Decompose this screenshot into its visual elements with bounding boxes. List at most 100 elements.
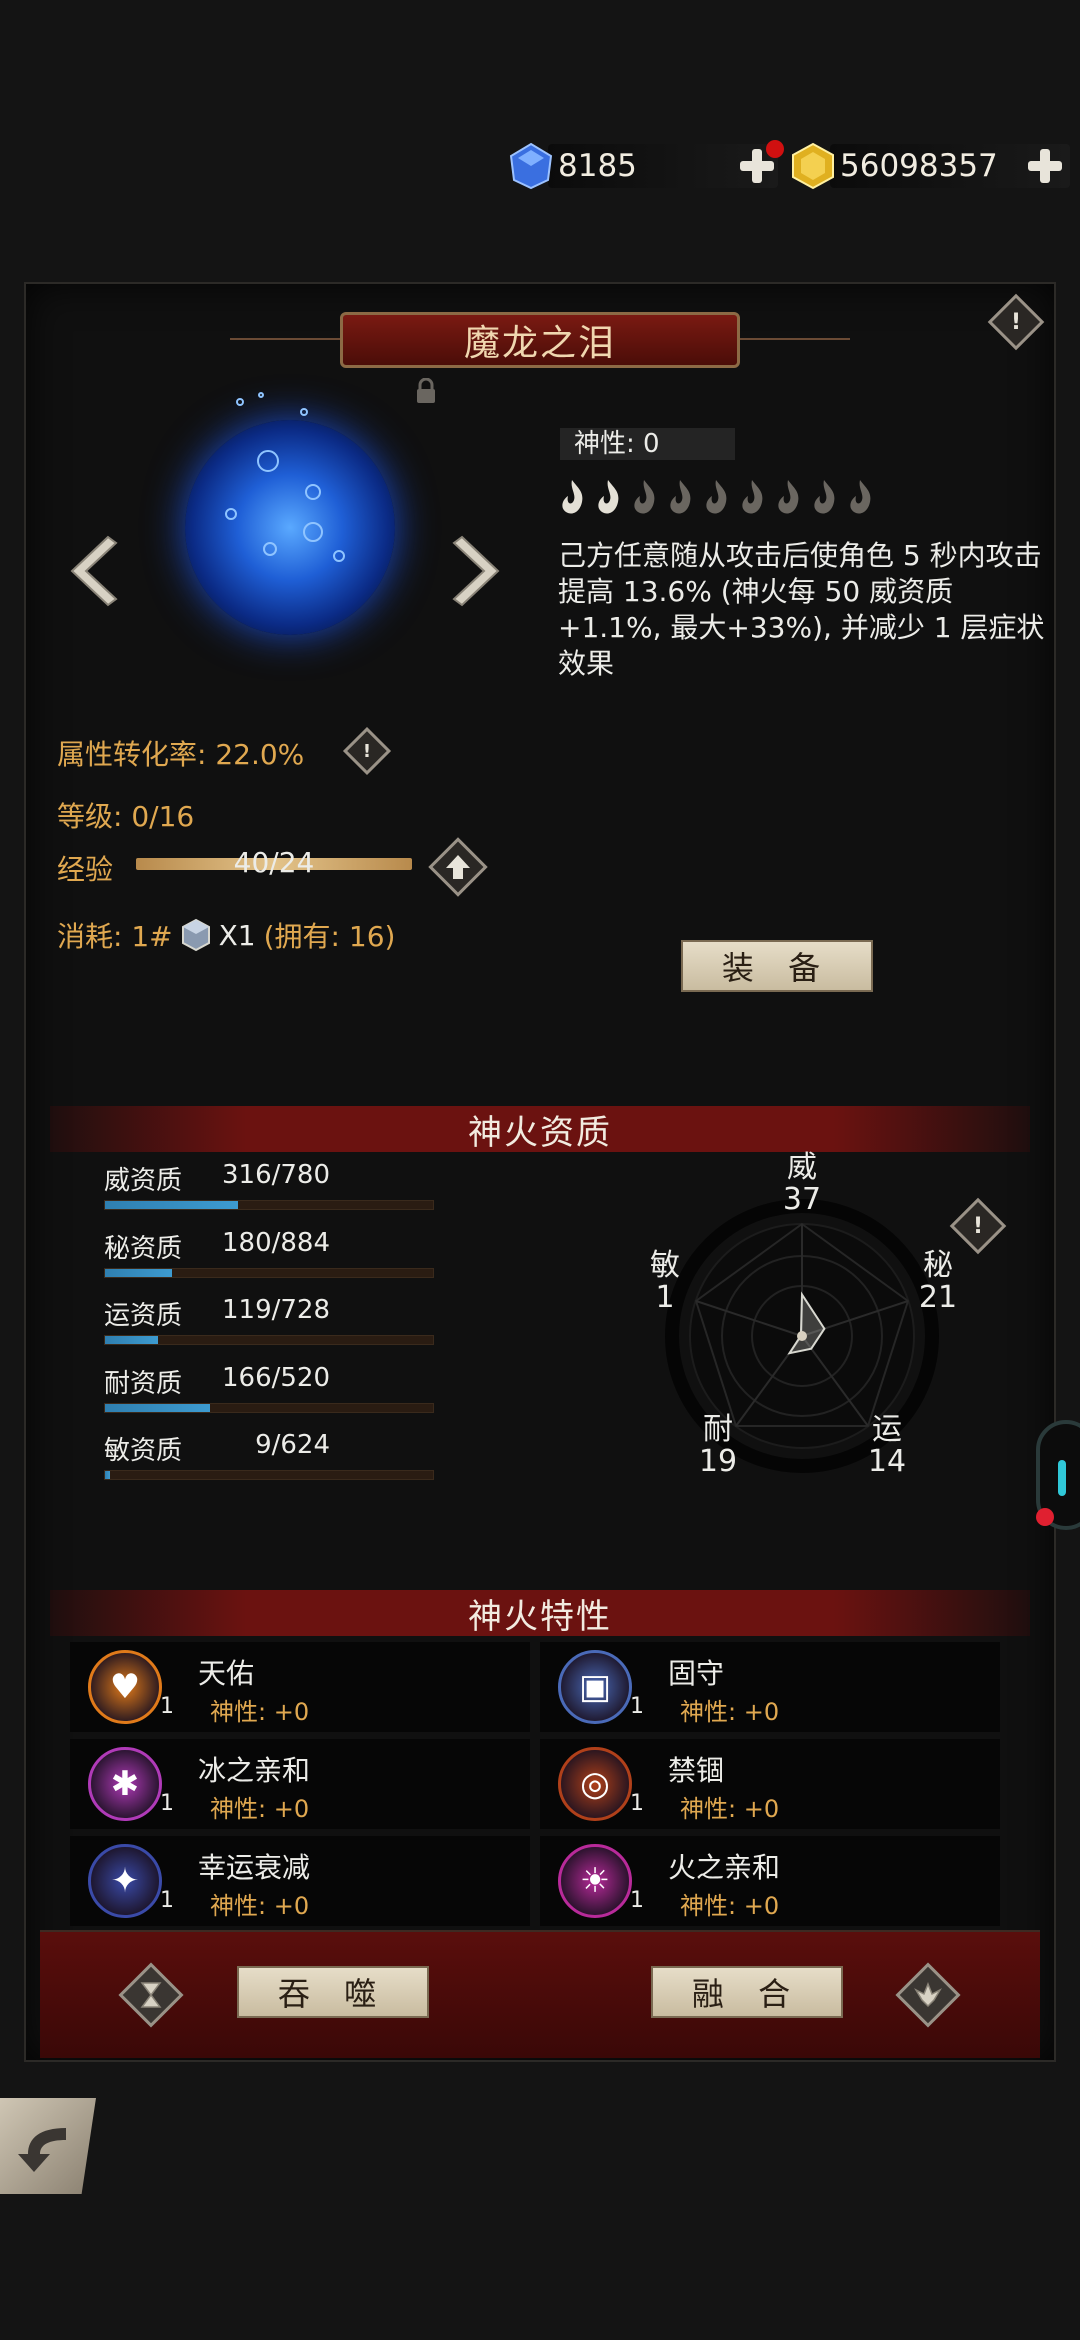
star-arrow-icon: ✦ bbox=[88, 1844, 162, 1918]
trait-card[interactable]: ▣ 1 固守 神性: +0 bbox=[540, 1642, 1000, 1732]
aptitude-bar-fill bbox=[105, 1471, 110, 1479]
aptitude-bar bbox=[104, 1335, 434, 1345]
material-cube-icon bbox=[181, 918, 210, 952]
item-description: 己方任意随从攻击后使角色 5 秒内攻击提高 13.6% (神火每 50 威资质+… bbox=[558, 539, 1045, 680]
cost-text: 消耗: 1# bbox=[57, 920, 173, 953]
flame-mark-empty-icon bbox=[850, 480, 871, 514]
trait-divinity: 神性: +0 bbox=[210, 1892, 310, 1920]
flame-mark-empty-icon bbox=[670, 480, 691, 514]
trait-card[interactable]: ♥ 1 天佑 神性: +0 bbox=[70, 1642, 530, 1732]
gem-icon bbox=[509, 142, 553, 190]
flame-mark-empty-icon bbox=[778, 480, 799, 514]
merge-button[interactable]: 融 合 bbox=[651, 1966, 843, 2018]
trait-name: 火之亲和 bbox=[668, 1851, 781, 1884]
widget-indicator bbox=[1058, 1460, 1066, 1496]
action-footer bbox=[40, 1930, 1040, 2058]
aptitude-value: 180/884 bbox=[221, 1228, 330, 1258]
flame-icon: ☀ bbox=[558, 1844, 632, 1918]
equip-button[interactable]: 装 备 bbox=[681, 940, 873, 992]
trait-divinity: 神性: +0 bbox=[680, 1892, 780, 1920]
gem-count: 8185 bbox=[558, 148, 637, 184]
radar-label-yun: 运 14 bbox=[857, 1414, 917, 1478]
aptitude-value: 119/728 bbox=[221, 1295, 330, 1325]
flame-mark-filled-icon bbox=[562, 480, 583, 514]
trait-name: 固守 bbox=[668, 1657, 725, 1690]
gold-count: 56098357 bbox=[840, 148, 998, 184]
conversion-rate: 属性转化率: 22.0% bbox=[57, 733, 304, 773]
trait-card[interactable]: ✦ 1 幸运衰减神性: +0 bbox=[70, 1836, 530, 1926]
trait-name: 冰之亲和 bbox=[198, 1754, 311, 1787]
trait-name: 天佑 bbox=[198, 1657, 255, 1690]
trait-level: 1 bbox=[630, 1888, 644, 1913]
trait-divinity: 神性: +0 bbox=[680, 1698, 780, 1726]
previous-arrow-icon[interactable] bbox=[64, 535, 118, 607]
cost-quantity: X1 bbox=[218, 918, 256, 952]
radar-label-wei: 威 37 bbox=[772, 1152, 832, 1216]
flame-mark-empty-icon bbox=[634, 480, 655, 514]
up-arrow-icon bbox=[446, 855, 470, 879]
cost-line: 消耗: 1# X1 (拥有: 16) bbox=[57, 915, 395, 955]
aptitude-label: 耐资质 bbox=[104, 1369, 183, 1399]
add-gold-button[interactable] bbox=[1026, 147, 1064, 185]
aptitude-label: 秘资质 bbox=[104, 1234, 183, 1264]
trait-card[interactable]: ◎ 1 禁锢 神性: +0 bbox=[540, 1739, 1000, 1829]
trait-card[interactable]: ☀ 1 火之亲和神性: +0 bbox=[540, 1836, 1000, 1926]
radar-name-min: 敏 bbox=[650, 1248, 680, 1283]
aptitude-value: 316/780 bbox=[221, 1160, 330, 1190]
heart-icon: ♥ bbox=[88, 1650, 162, 1724]
radar-name-wei: 威 bbox=[787, 1150, 817, 1185]
orb-bubble bbox=[258, 392, 264, 398]
orb-bubble bbox=[300, 408, 308, 416]
spiral-icon: ◎ bbox=[558, 1747, 632, 1821]
radar-value-min: 1 bbox=[655, 1280, 675, 1315]
aptitude-section-title: 神火资质 bbox=[468, 1112, 612, 1153]
item-title-banner: 魔龙之泪 bbox=[340, 312, 740, 368]
fusion-wings-icon bbox=[914, 1981, 942, 2008]
radar-name-yun: 运 bbox=[872, 1412, 902, 1447]
lock-icon[interactable] bbox=[414, 378, 438, 404]
aptitude-label: 敏资质 bbox=[104, 1436, 183, 1466]
trait-level: 1 bbox=[160, 1888, 174, 1913]
next-arrow-icon[interactable] bbox=[452, 535, 506, 607]
trait-name: 禁锢 bbox=[668, 1754, 725, 1787]
banner-line-right bbox=[740, 338, 850, 340]
aptitude-bar bbox=[104, 1403, 434, 1413]
gold-currency: 56098357 bbox=[790, 140, 1070, 192]
aptitude-value: 166/520 bbox=[221, 1363, 330, 1393]
aptitude-value: 9/624 bbox=[255, 1430, 330, 1460]
trait-name: 幸运衰减 bbox=[198, 1851, 311, 1884]
gold-coin-icon bbox=[792, 142, 834, 190]
flame-mark-empty-icon bbox=[814, 480, 835, 514]
notification-dot bbox=[766, 140, 784, 158]
trait-level: 1 bbox=[160, 1791, 174, 1816]
hourglass-icon bbox=[140, 1982, 162, 2008]
aptitude-bar-fill bbox=[105, 1336, 159, 1344]
exp-value: 40/24 bbox=[233, 846, 315, 879]
aptitude-bar-fill bbox=[105, 1404, 210, 1412]
divinity-value: 神性: 0 bbox=[560, 428, 735, 460]
radar-label-min: 敏 1 bbox=[635, 1250, 695, 1314]
aptitude-label: 运资质 bbox=[104, 1301, 183, 1331]
aptitude-bar-fill bbox=[105, 1201, 238, 1209]
item-orb-image bbox=[185, 420, 395, 635]
back-button[interactable] bbox=[0, 2098, 96, 2194]
trait-card[interactable]: ✱ 1 冰之亲和 神性: +0 bbox=[70, 1739, 530, 1829]
aptitude-section-header: 神火资质 bbox=[50, 1106, 1030, 1153]
trait-level: 1 bbox=[630, 1694, 644, 1719]
flame-marks bbox=[556, 478, 876, 518]
aptitude-bar bbox=[104, 1470, 434, 1480]
trait-level: 1 bbox=[630, 1791, 644, 1816]
banner-line-left bbox=[230, 338, 340, 340]
orb-bubble bbox=[236, 398, 244, 406]
trait-divinity: 神性: +0 bbox=[210, 1795, 310, 1823]
back-arrow-icon bbox=[18, 2128, 66, 2172]
flame-mark-empty-icon bbox=[742, 480, 763, 514]
devour-button[interactable]: 吞 噬 bbox=[237, 1966, 429, 2018]
aptitude-row: 威资质 316/780 bbox=[104, 1160, 434, 1210]
info-icon: ! bbox=[1010, 309, 1022, 335]
radar-name-mi: 秘 bbox=[923, 1248, 953, 1283]
level-text: 等级: 0/16 bbox=[57, 800, 195, 833]
item-title: 魔龙之泪 bbox=[463, 323, 616, 364]
radar-name-nai: 耐 bbox=[703, 1412, 733, 1447]
gem-currency: 8185 bbox=[508, 140, 784, 192]
